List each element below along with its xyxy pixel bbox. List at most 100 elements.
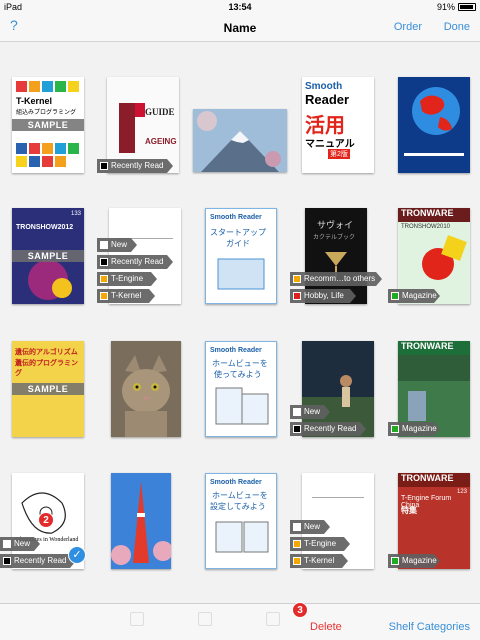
tag-color-swatch: [293, 425, 301, 433]
tag-color-swatch: [100, 162, 108, 170]
book-cover: Smooth Reader 活用 マニュアル 第2版: [302, 77, 374, 173]
sample-label: SAMPLE: [12, 119, 84, 131]
book-cover: [111, 341, 181, 437]
book-cover: GUIDE AGEING: [107, 77, 179, 173]
tag-label: Magazine: [402, 424, 437, 433]
cover-rule: [312, 497, 364, 498]
book-cover: Smooth Reader スタートアップ ガイド: [205, 208, 277, 304]
startup-cover-art: [217, 258, 265, 290]
cover-title-3: 活用: [305, 115, 345, 137]
tag-label: T-Engine: [111, 274, 144, 283]
cover-title: GUIDE: [145, 107, 175, 117]
tag-new: New: [290, 520, 330, 534]
tag-t-kernel: T-Kernel: [290, 554, 348, 568]
tag-label: T-Engine: [304, 539, 337, 548]
cover-title: TRONSHOW2012: [16, 224, 74, 231]
book-cover: [111, 473, 171, 569]
tag-color-swatch: [293, 523, 301, 531]
cover-title: T-Kernel: [16, 96, 53, 106]
cover-subtitle: AGEING: [145, 137, 177, 146]
tag-color-swatch: [293, 557, 301, 565]
tag-label: New: [111, 240, 128, 249]
tag-label: Magazine: [402, 291, 437, 300]
battery-icon: [458, 3, 476, 11]
book-cover: Smooth Reader ホームビューを 使ってみよう: [205, 341, 277, 437]
tag-label: Magazine: [402, 556, 437, 565]
tag-label: Hobby, Life: [304, 291, 344, 300]
tag-label: T-Kernel: [111, 291, 142, 300]
cover-subtitle: 組込みプログラミング: [16, 110, 77, 116]
badge-2: 2: [38, 512, 54, 528]
cover-subtitle: マニュアル: [305, 139, 355, 150]
cover-title-2: Reader: [305, 92, 350, 107]
tag-label: Recently Read: [111, 161, 164, 170]
tag-magazine: Magazine: [388, 554, 440, 568]
home-view-cover-art: [215, 387, 269, 425]
bottom-toolbar: 3 Delete Shelf Categories: [0, 602, 480, 640]
tag-color-swatch: [3, 557, 11, 565]
tag-new: New: [290, 405, 330, 419]
tag-recently-read: Recently Read: [290, 422, 366, 436]
tag-label: Recomm…to others: [304, 274, 376, 283]
toolbar-ghost-icon: [130, 612, 144, 626]
tag-magazine: Magazine: [388, 289, 440, 303]
tag-label: Recently Read: [304, 424, 357, 433]
tag-color-swatch: [100, 241, 108, 249]
cat-photo-art: [111, 341, 181, 437]
tag-new: New: [97, 238, 137, 252]
guide-cover-art: [107, 77, 179, 173]
status-bar: iPad 13:54 91%: [0, 0, 480, 16]
book-cover: TRONSHOW2012 133 SAMPLE: [12, 208, 84, 304]
cover-edition: 第2版: [328, 149, 350, 159]
order-button[interactable]: Order: [394, 21, 422, 33]
tag-hobby-life: Hobby, Life: [290, 289, 356, 303]
nav-bar: ? Name Order Done: [0, 16, 480, 42]
tag-label: T-Kernel: [304, 556, 335, 565]
toolbar-ghost-icon: [266, 612, 280, 626]
toolbar-ghost-icon: [198, 612, 212, 626]
cover-title: Smooth: [305, 81, 343, 92]
tag-color-swatch: [293, 275, 301, 283]
battery-percent: 91%: [436, 2, 455, 12]
tag-t-kernel: T-Kernel: [97, 289, 155, 303]
tag-color-swatch: [391, 557, 399, 565]
tag-color-swatch: [100, 258, 108, 266]
cover-feature: 特集: [401, 506, 417, 515]
tag-color-swatch: [100, 275, 108, 283]
tag-recently-read: Recently Read: [97, 255, 173, 269]
bookshelf-grid: T-Kernel 組込みプログラミング SAMPLE GUIDE AGEING …: [0, 43, 480, 603]
cover-title: TRONWARE: [398, 473, 470, 487]
tag-recently-read: Recently Read: [0, 554, 76, 568]
clock: 13:54: [228, 2, 252, 12]
delete-button[interactable]: Delete: [310, 621, 342, 633]
tag-label: New: [304, 522, 321, 531]
tag-label: Recently Read: [111, 257, 164, 266]
globe-cover-art: [404, 87, 464, 156]
home-setting-cover-art: [215, 521, 269, 553]
badge-3: 3: [292, 602, 308, 618]
tag-recomm-others: Recomm…to others: [290, 272, 382, 286]
tag-label: New: [14, 539, 31, 548]
cover-title-2: 遺伝的プログラミング: [15, 360, 78, 377]
sample-label: SAMPLE: [12, 383, 84, 395]
tag-color-swatch: [391, 425, 399, 433]
tag-color-swatch: [293, 540, 301, 548]
book-cover: 遺伝的アルゴリズムと 遺伝的プログラミング SAMPLE: [12, 341, 84, 437]
tag-recently-read: Recently Read: [97, 159, 173, 173]
tag-color-swatch: [293, 292, 301, 300]
tag-color-swatch: [391, 292, 399, 300]
selected-check-icon[interactable]: ✓: [68, 546, 86, 564]
tag-color-swatch: [100, 292, 108, 300]
tag-new: New: [0, 537, 40, 551]
tag-label: New: [304, 407, 321, 416]
sample-label: SAMPLE: [12, 250, 84, 262]
fuji-photo-art: [193, 109, 287, 172]
book-cover: [398, 77, 470, 173]
battery-status: 91%: [437, 2, 476, 12]
book-cover: [193, 109, 287, 172]
tag-color-swatch: [3, 540, 11, 548]
shelf-categories-button[interactable]: Shelf Categories: [389, 621, 470, 633]
tokyo-tower-art: [111, 473, 171, 569]
book-cover: T-Kernel 組込みプログラミング SAMPLE: [12, 77, 84, 173]
done-button[interactable]: Done: [444, 21, 470, 33]
